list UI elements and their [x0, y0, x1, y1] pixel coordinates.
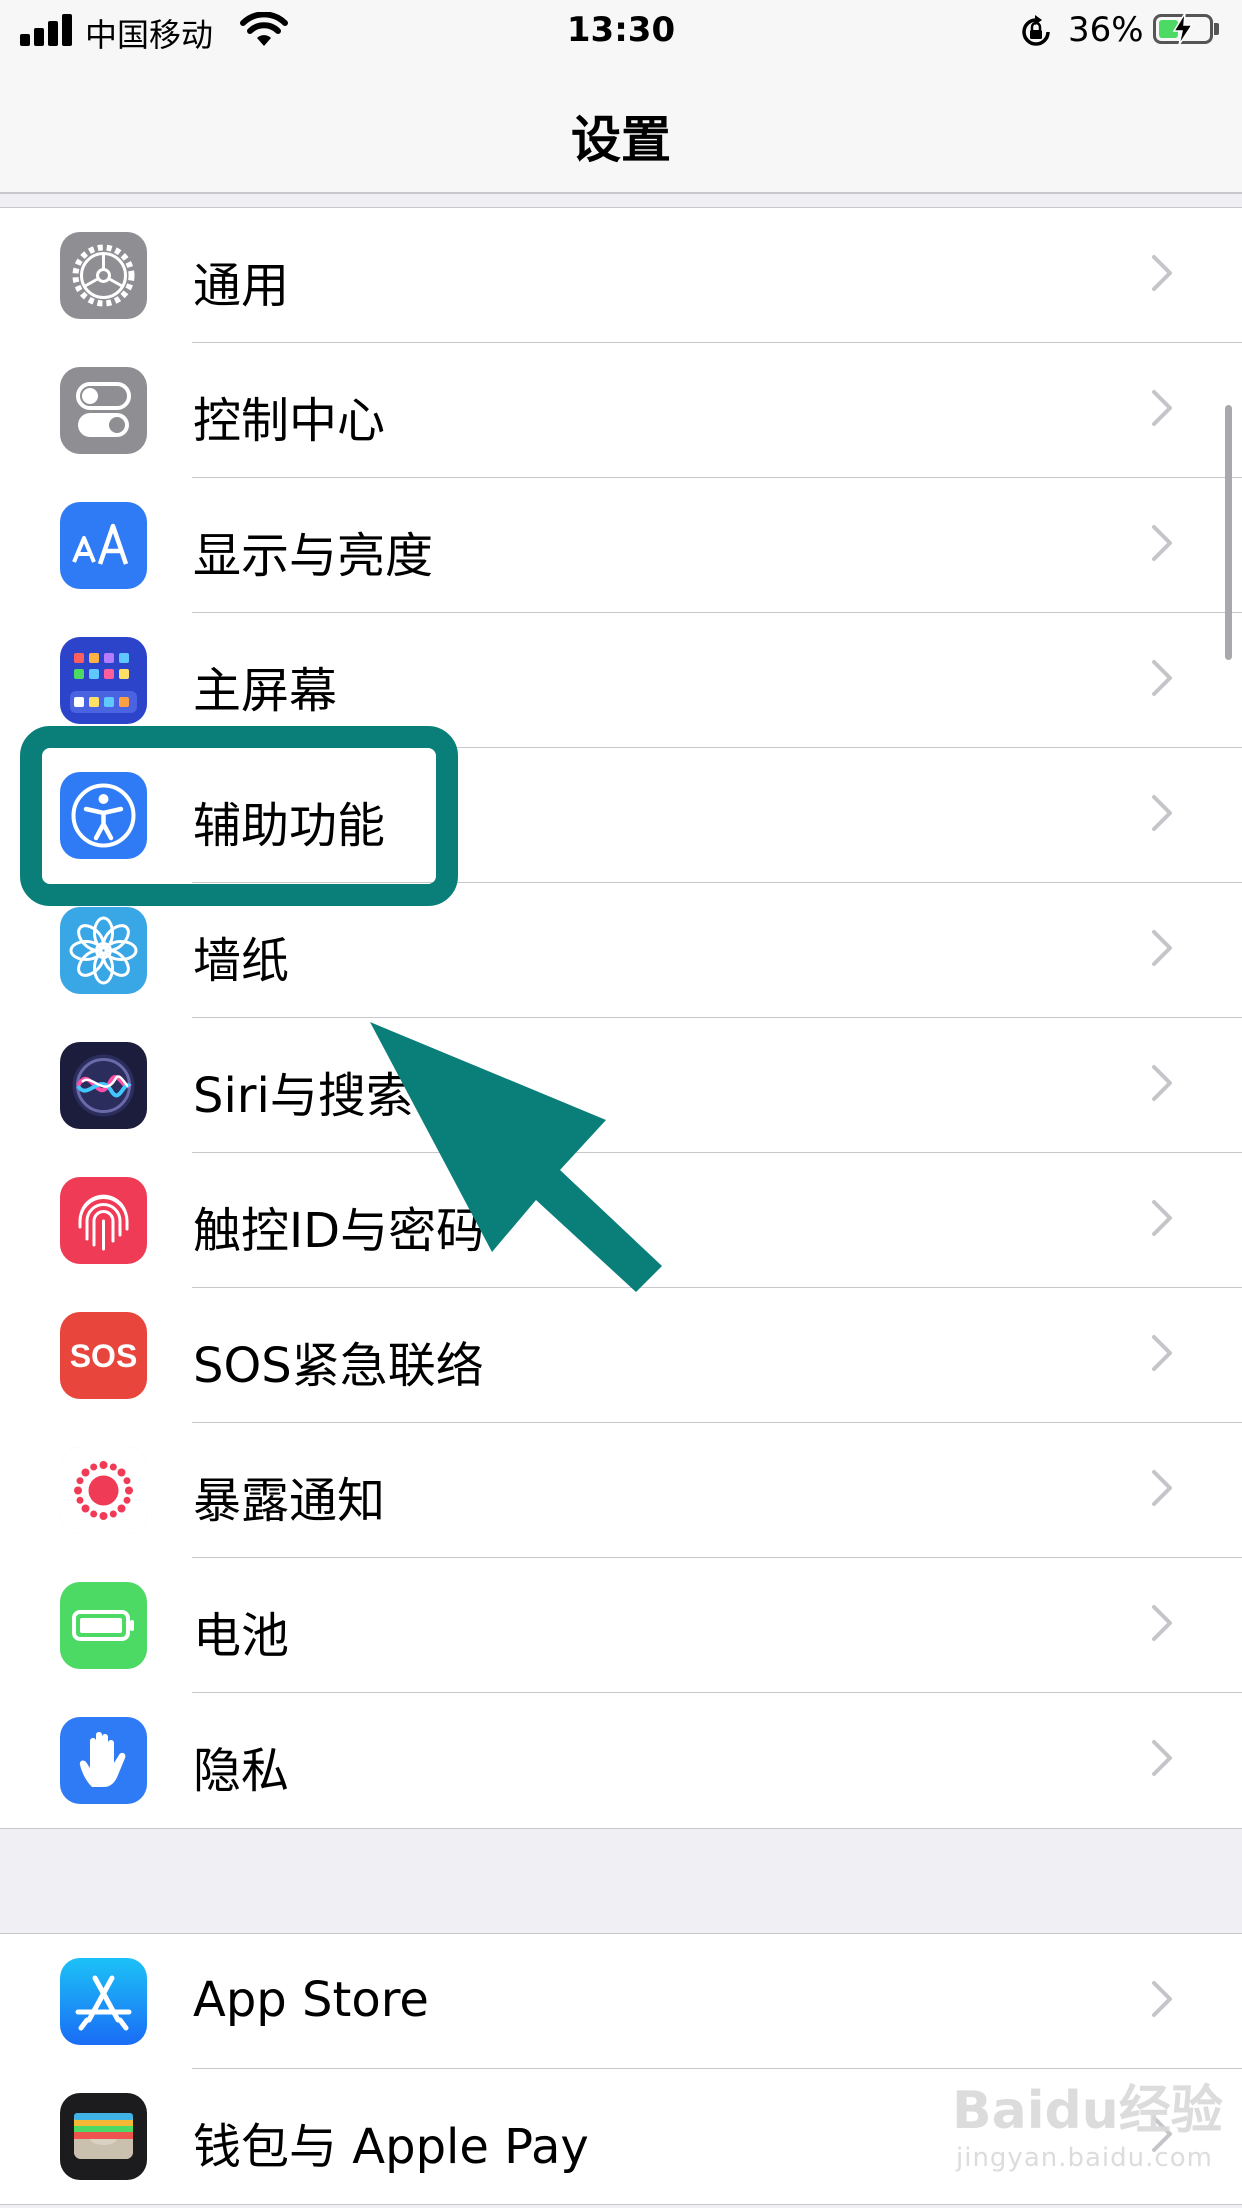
settings-row-display-brightness[interactable]: 显示与亮度: [0, 478, 1242, 613]
settings-row-emergency-sos[interactable]: SOS SOS紧急联络: [0, 1288, 1242, 1423]
chevron-right-icon: [1152, 1605, 1172, 1641]
navigation-bar: 设置: [0, 62, 1242, 194]
settings-row-touch-id-passcode[interactable]: 触控ID与密码: [0, 1153, 1242, 1288]
settings-row-label: 通用: [193, 258, 290, 314]
chevron-right-icon: [1152, 1981, 1172, 2017]
scroll-indicator[interactable]: [1225, 405, 1232, 660]
sos-icon: SOS: [60, 1312, 147, 1399]
battery-icon: [1153, 13, 1213, 45]
settings-row-app-store[interactable]: App Store: [0, 1934, 1242, 2069]
watermark-url: jingyan.baidu.com: [956, 2143, 1213, 2173]
hand-icon: [60, 1717, 147, 1804]
fingerprint-icon: [60, 1177, 147, 1264]
settings-row-label: 暴露通知: [193, 1473, 386, 1529]
settings-row-battery[interactable]: 电池: [0, 1558, 1242, 1693]
chevron-right-icon: [1152, 525, 1172, 561]
page-title: 设置: [571, 111, 671, 169]
toggle-switches-icon: [60, 367, 147, 454]
chevron-right-icon: [1152, 1065, 1172, 1101]
home-grid-icon: [60, 637, 147, 724]
app-store-icon: [60, 1958, 147, 2045]
watermark-brand: Baidu经验: [952, 2081, 1223, 2141]
chevron-right-icon: [1152, 1200, 1172, 1236]
settings-row-exposure-notifications[interactable]: 暴露通知: [0, 1423, 1242, 1558]
settings-row-label: 主屏幕: [193, 663, 338, 719]
settings-row-privacy[interactable]: 隐私: [0, 1693, 1242, 1828]
chevron-right-icon: [1152, 795, 1172, 831]
settings-row-label: 隐私: [193, 1743, 290, 1799]
status-bar: 中国移动 13:30 36%: [0, 0, 1242, 62]
chevron-right-icon: [1152, 660, 1172, 696]
settings-row-label: 显示与亮度: [193, 528, 434, 584]
sos-icon-text: SOS: [70, 1338, 138, 1374]
gear-icon: [60, 232, 147, 319]
clock: 13:30: [566, 10, 676, 50]
chevron-right-icon: [1152, 1335, 1172, 1371]
settings-row-label: 钱包与 Apple Pay: [193, 2119, 589, 2175]
charging-bolt-icon: [1172, 13, 1194, 45]
settings-row-label: SOS紧急联络: [193, 1338, 484, 1394]
flower-icon: [60, 907, 147, 994]
chevron-right-icon: [1152, 1740, 1172, 1776]
battery-icon: [60, 1582, 147, 1669]
text-size-icon: [60, 502, 147, 589]
settings-row-control-center[interactable]: 控制中心: [0, 343, 1242, 478]
wallet-icon: [60, 2093, 147, 2180]
settings-group-main: 通用 控制中心 显示与亮度 主屏幕 辅助功能 墙纸 Siri与搜索 触控ID与密…: [0, 207, 1242, 1829]
chevron-right-icon: [1152, 930, 1172, 966]
battery-percentage: 36%: [1068, 10, 1144, 50]
settings-row-label: 电池: [193, 1608, 290, 1664]
settings-row-label: 墙纸: [193, 933, 290, 989]
settings-row-siri-search[interactable]: Siri与搜索: [0, 1018, 1242, 1153]
chevron-right-icon: [1152, 1470, 1172, 1506]
rotation-lock-icon: [1022, 15, 1050, 46]
settings-row-label: Siri与搜索: [193, 1068, 414, 1124]
settings-row-label: 控制中心: [193, 393, 386, 449]
exposure-icon: [60, 1447, 147, 1534]
settings-row-label: 触控ID与密码: [193, 1203, 485, 1259]
siri-icon: [60, 1042, 147, 1129]
watermark: Baidu经验 jingyan.baidu.com: [952, 2068, 1223, 2173]
chevron-right-icon: [1152, 255, 1172, 291]
highlight-box: [20, 726, 458, 906]
settings-row-label: App Store: [193, 1972, 429, 2028]
settings-row-general[interactable]: 通用: [0, 208, 1242, 343]
chevron-right-icon: [1152, 390, 1172, 426]
